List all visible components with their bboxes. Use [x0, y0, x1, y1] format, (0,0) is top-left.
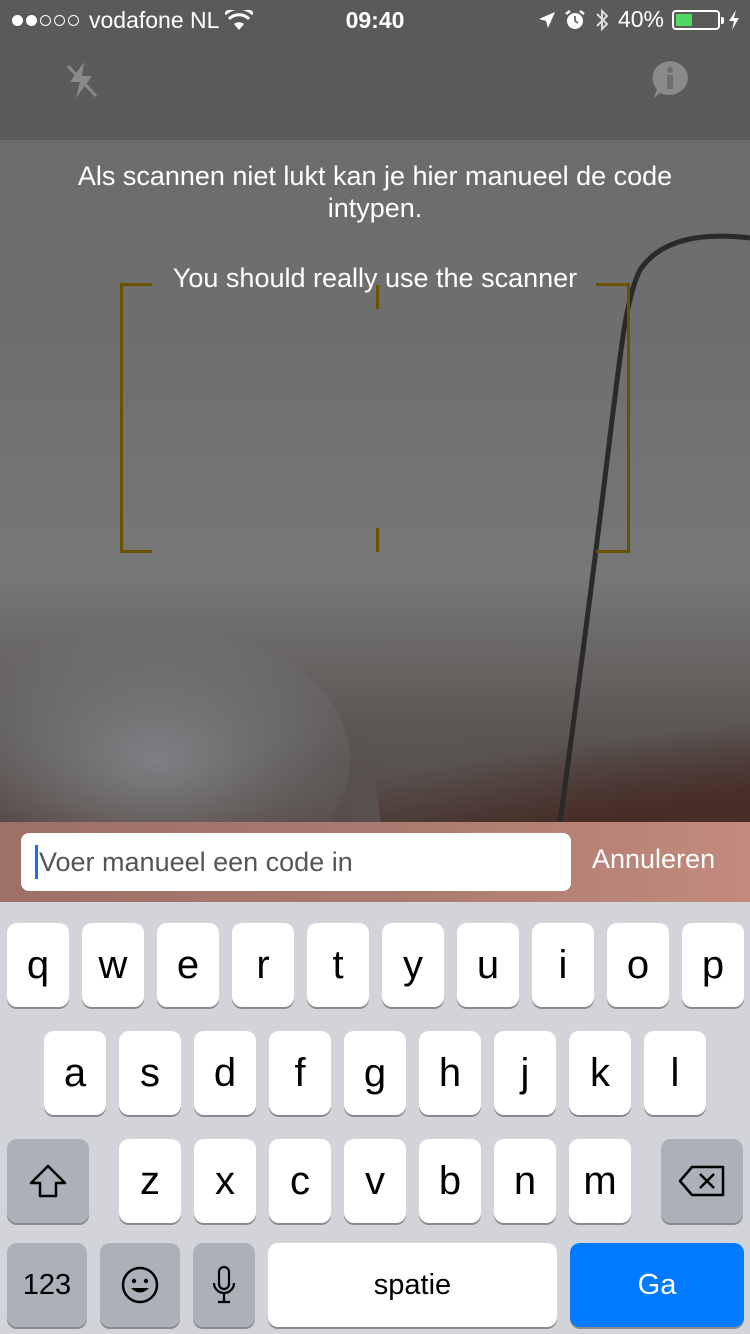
key-p[interactable]: p [682, 923, 744, 1007]
key-o[interactable]: o [607, 923, 669, 1007]
key-i[interactable]: i [532, 923, 594, 1007]
key-a[interactable]: a [44, 1031, 106, 1115]
backspace-icon [678, 1165, 725, 1197]
shift-icon [29, 1164, 67, 1198]
key-g[interactable]: g [344, 1031, 406, 1115]
microphone-icon [212, 1265, 236, 1304]
scan-frame-left [120, 283, 152, 553]
key-m[interactable]: m [569, 1139, 631, 1223]
scan-frame-center-tick-bottom [376, 528, 379, 552]
key-q[interactable]: q [7, 923, 69, 1007]
info-icon [652, 61, 688, 98]
key-s[interactable]: s [119, 1031, 181, 1115]
cancel-button[interactable]: Annuleren [592, 844, 715, 875]
scanner-hint: You should really use the scanner [172, 263, 578, 293]
camera-preview [0, 0, 750, 822]
key-j[interactable]: j [494, 1031, 556, 1115]
numbers-key[interactable]: 123 [7, 1243, 87, 1327]
charging-bolt-icon [729, 9, 739, 30]
key-u[interactable]: u [457, 923, 519, 1007]
battery-percent: 40% [617, 6, 664, 32]
key-f[interactable]: f [269, 1031, 331, 1115]
key-z[interactable]: z [119, 1139, 181, 1223]
shift-key[interactable] [7, 1139, 89, 1223]
status-bar: vodafone NL 09:40 40% [0, 0, 750, 40]
manual-code-placeholder: Voer manueel een code in [39, 846, 353, 877]
flash-toggle-button[interactable] [60, 58, 104, 102]
key-e[interactable]: e [157, 923, 219, 1007]
scan-frame-right [596, 283, 630, 553]
emoji-key[interactable] [100, 1243, 180, 1327]
alarm-icon [565, 9, 585, 29]
key-c[interactable]: c [269, 1139, 331, 1223]
info-button[interactable] [648, 58, 692, 102]
key-b[interactable]: b [419, 1139, 481, 1223]
key-w[interactable]: w [82, 923, 144, 1007]
manual-entry-hint: Als scannen niet lukt kan je hier manuee… [77, 161, 673, 223]
key-n[interactable]: n [494, 1139, 556, 1223]
emoji-icon [121, 1266, 159, 1304]
key-r[interactable]: r [232, 923, 294, 1007]
location-arrow-icon [538, 11, 555, 28]
flash-off-icon [66, 62, 98, 98]
key-t[interactable]: t [307, 923, 369, 1007]
text-caret [35, 845, 38, 879]
manual-code-input[interactable]: Voer manueel een code in [21, 833, 571, 891]
key-h[interactable]: h [419, 1031, 481, 1115]
key-k[interactable]: k [569, 1031, 631, 1115]
battery-icon [672, 9, 724, 30]
bluetooth-icon [596, 8, 609, 31]
backspace-key[interactable] [661, 1139, 743, 1223]
keyboard: q w e r t y u i o p a s d f g h j k l z … [0, 902, 750, 1334]
space-key[interactable]: spatie [268, 1243, 557, 1327]
manual-code-bar: Voer manueel een code in Annuleren [0, 822, 750, 902]
dictation-key[interactable] [193, 1243, 255, 1327]
key-v[interactable]: v [344, 1139, 406, 1223]
key-l[interactable]: l [644, 1031, 706, 1115]
key-y[interactable]: y [382, 923, 444, 1007]
key-x[interactable]: x [194, 1139, 256, 1223]
go-key[interactable]: Ga [570, 1243, 744, 1327]
key-d[interactable]: d [194, 1031, 256, 1115]
